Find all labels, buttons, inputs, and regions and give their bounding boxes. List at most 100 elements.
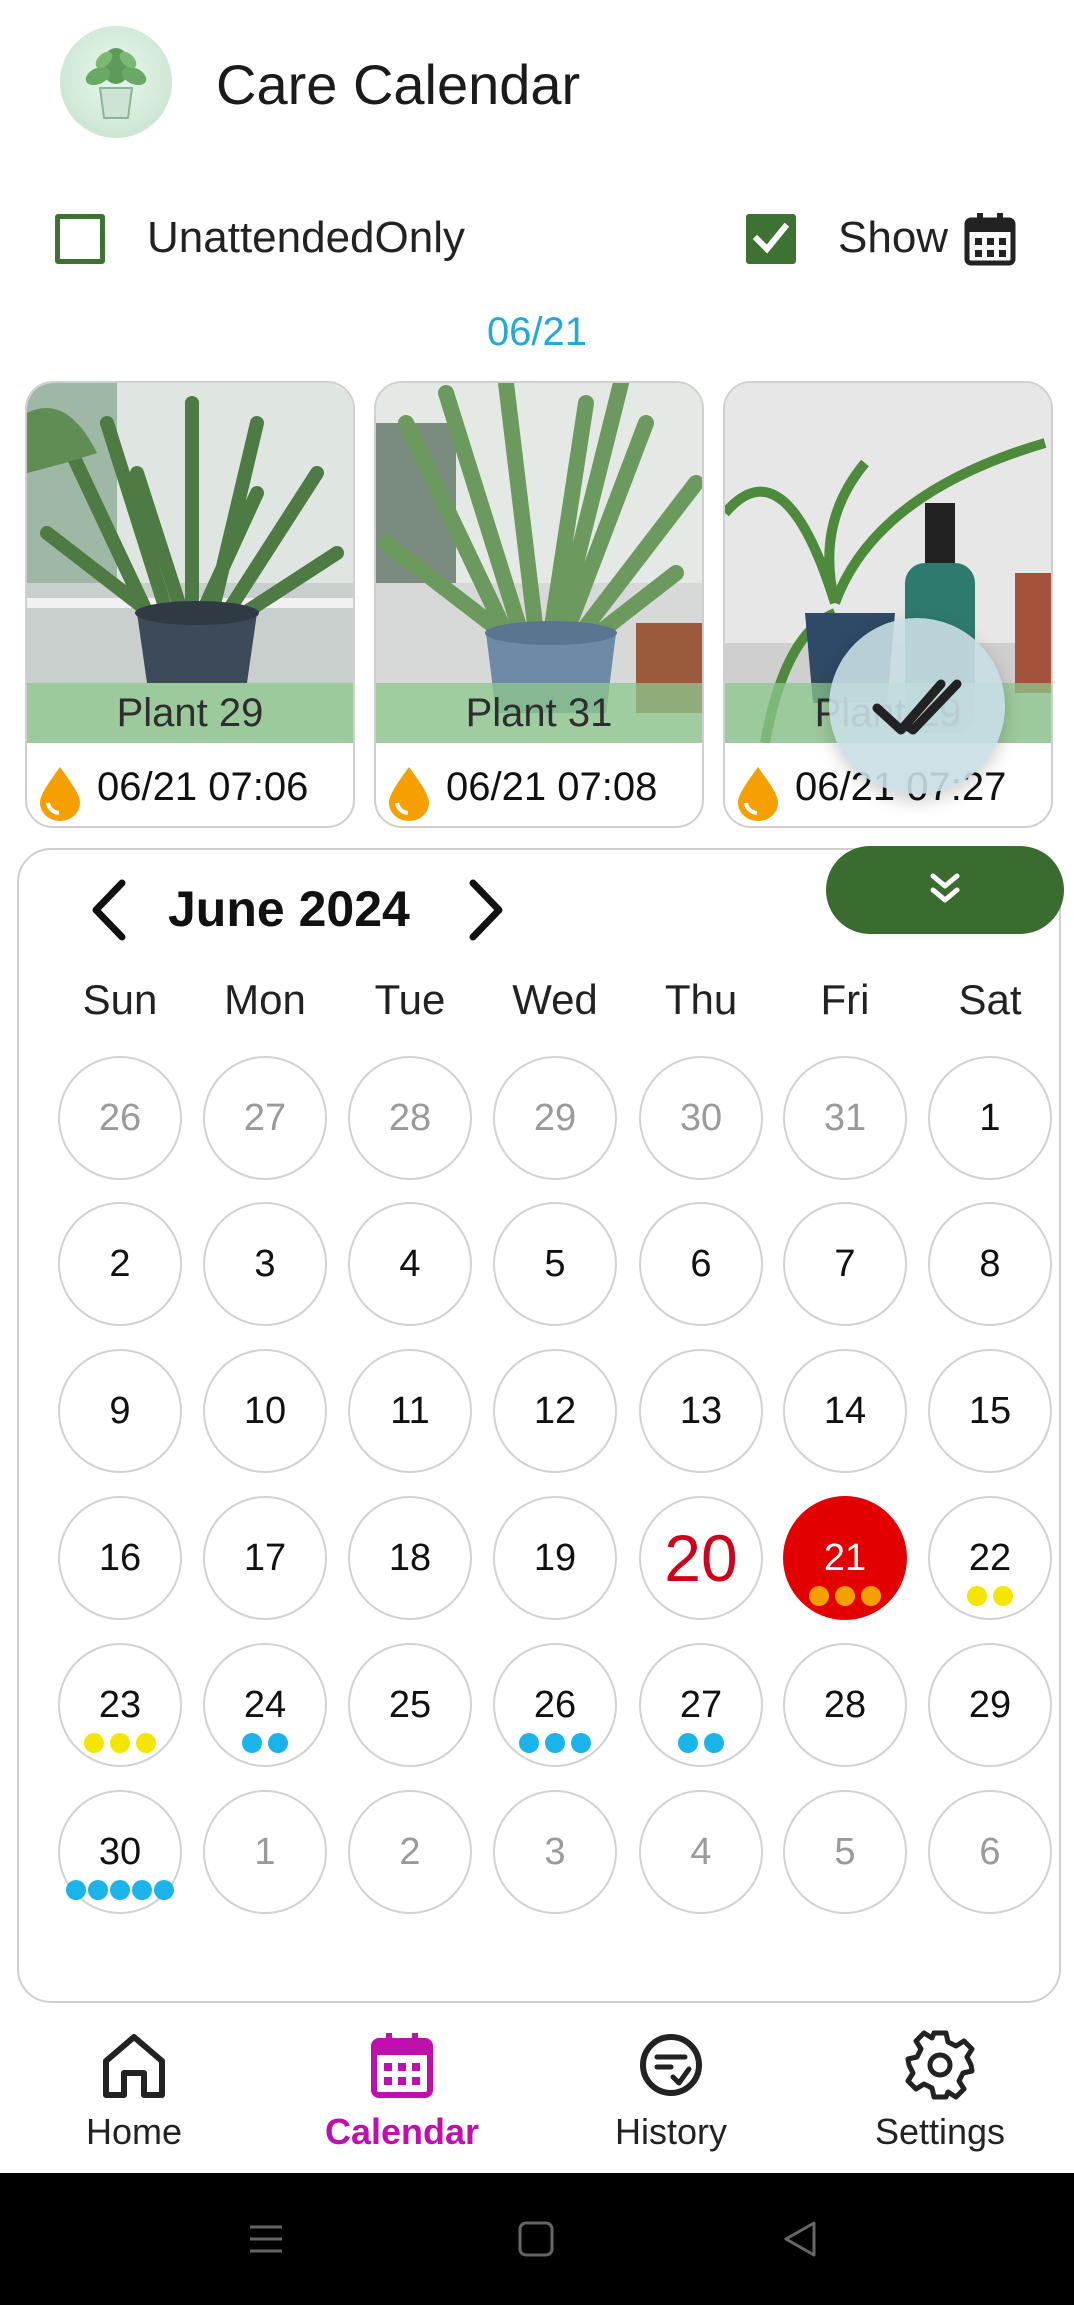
month-title: June 2024 (168, 881, 410, 937)
day-number: 24 (243, 1683, 287, 1726)
calendar-day[interactable]: 25 (348, 1643, 472, 1767)
calendar-day[interactable]: 1 (203, 1790, 327, 1914)
home-button-icon[interactable] (516, 2219, 556, 2259)
double-check-icon (872, 679, 962, 735)
calendar-day[interactable]: 1 (928, 1056, 1052, 1180)
home-icon (103, 2034, 165, 2098)
plant-card[interactable]: Plant 31 06/21 07:08 (374, 381, 704, 828)
calendar-day[interactable]: 8 (928, 1202, 1052, 1326)
scheduled-dot (154, 1880, 174, 1900)
calendar-day[interactable]: 9 (58, 1349, 182, 1473)
mark-all-done-button[interactable] (829, 618, 1005, 794)
calendar-day[interactable]: 26 (58, 1056, 182, 1180)
plant-name: Plant 29 (27, 683, 353, 743)
gear-icon (905, 2030, 975, 2100)
app-title: Care Calendar (216, 53, 581, 116)
calendar-day[interactable]: 14 (783, 1349, 907, 1473)
calendar-day[interactable]: 27 (203, 1056, 327, 1180)
calendar-day-today[interactable]: 20 (639, 1496, 763, 1620)
calendar-day[interactable]: 30 (639, 1056, 763, 1180)
back-button-icon[interactable] (780, 2219, 820, 2259)
nav-home-label: Home (85, 2111, 183, 2152)
day-number: 22 (968, 1536, 1012, 1579)
calendar-day[interactable]: 4 (639, 1790, 763, 1914)
next-month-button[interactable] (455, 875, 515, 945)
nav-history[interactable]: History (537, 2005, 805, 2173)
calendar-day[interactable]: 17 (203, 1496, 327, 1620)
nav-settings[interactable]: Settings (806, 2005, 1074, 2173)
calendar-day[interactable]: 28 (783, 1643, 907, 1767)
calendar-day[interactable]: 13 (639, 1349, 763, 1473)
calendar-day-selected[interactable]: 21 (783, 1496, 907, 1620)
calendar-day[interactable]: 7 (783, 1202, 907, 1326)
calendar-day[interactable]: 19 (493, 1496, 617, 1620)
event-dots (495, 1733, 615, 1753)
event-dots (205, 1733, 325, 1753)
watering-time: 06/21 07:06 (97, 765, 309, 809)
calendar-day[interactable]: 3 (203, 1202, 327, 1326)
event-dots (60, 1880, 180, 1900)
nav-calendar[interactable]: Calendar (268, 2005, 536, 2173)
weekday-tue: Tue (374, 976, 446, 1023)
nav-calendar-label: Calendar (324, 2111, 480, 2152)
day-number: 27 (679, 1683, 723, 1726)
recent-apps-icon[interactable] (246, 2219, 286, 2259)
chevron-left-icon (92, 879, 126, 941)
watering-time: 06/21 07:08 (446, 765, 658, 809)
plant-card[interactable]: Plant 29 06/21 07:06 (25, 381, 355, 828)
calendar-day[interactable]: 11 (348, 1349, 472, 1473)
calendar-day[interactable]: 16 (58, 1496, 182, 1620)
calendar-day[interactable]: 2 (58, 1202, 182, 1326)
day-number: 26 (533, 1683, 577, 1726)
calendar-day[interactable]: 30 (58, 1790, 182, 1914)
nav-home[interactable]: Home (0, 2005, 268, 2173)
calendar-day[interactable]: 28 (348, 1056, 472, 1180)
calendar-icon[interactable] (964, 212, 1016, 266)
day-number: 30 (98, 1830, 142, 1873)
unattended-only-label: UnattendedOnly (147, 213, 465, 262)
scheduled-dot (88, 1880, 108, 1900)
weekday-sun: Sun (82, 976, 158, 1023)
water-drop-icon (40, 767, 80, 821)
calendar-day[interactable]: 12 (493, 1349, 617, 1473)
calendar-day[interactable]: 31 (783, 1056, 907, 1180)
calendar-day[interactable]: 23 (58, 1643, 182, 1767)
calendar-day[interactable]: 24 (203, 1643, 327, 1767)
due-dot (136, 1733, 156, 1753)
calendar-icon (371, 2033, 433, 2098)
weekday-mon: Mon (224, 976, 306, 1023)
event-dots (60, 1733, 180, 1753)
app-header: Care Calendar (0, 0, 1074, 170)
calendar-day[interactable]: 6 (639, 1202, 763, 1326)
weekday-sat: Sat (958, 976, 1022, 1023)
due-dot (84, 1733, 104, 1753)
show-checkbox[interactable] (746, 214, 796, 264)
calendar-day[interactable]: 22 (928, 1496, 1052, 1620)
previous-month-button[interactable] (80, 875, 140, 945)
app-logo (60, 26, 172, 138)
calendar-day[interactable]: 5 (493, 1202, 617, 1326)
scheduled-dot (678, 1733, 698, 1753)
day-number: 21 (823, 1536, 867, 1579)
calendar-day[interactable]: 15 (928, 1349, 1052, 1473)
calendar-day[interactable]: 3 (493, 1790, 617, 1914)
calendar-day[interactable]: 26 (493, 1643, 617, 1767)
calendar-day[interactable]: 4 (348, 1202, 472, 1326)
collapse-calendar-button[interactable] (826, 846, 1064, 934)
calendar-day[interactable]: 5 (783, 1790, 907, 1914)
unattended-only-checkbox[interactable] (55, 214, 105, 264)
calendar-day[interactable]: 10 (203, 1349, 327, 1473)
history-icon (640, 2034, 702, 2096)
calendar-day[interactable]: 29 (928, 1643, 1052, 1767)
due-dot (967, 1586, 987, 1606)
show-label: Show (838, 213, 949, 262)
day-number: 23 (98, 1683, 142, 1726)
calendar-day[interactable]: 6 (928, 1790, 1052, 1914)
calendar-day[interactable]: 29 (493, 1056, 617, 1180)
calendar-day[interactable]: 27 (639, 1643, 763, 1767)
scheduled-dot (132, 1880, 152, 1900)
calendar-day[interactable]: 18 (348, 1496, 472, 1620)
weekday-thu: Thu (664, 976, 738, 1023)
calendar-day[interactable]: 2 (348, 1790, 472, 1914)
scheduled-dot (268, 1733, 288, 1753)
